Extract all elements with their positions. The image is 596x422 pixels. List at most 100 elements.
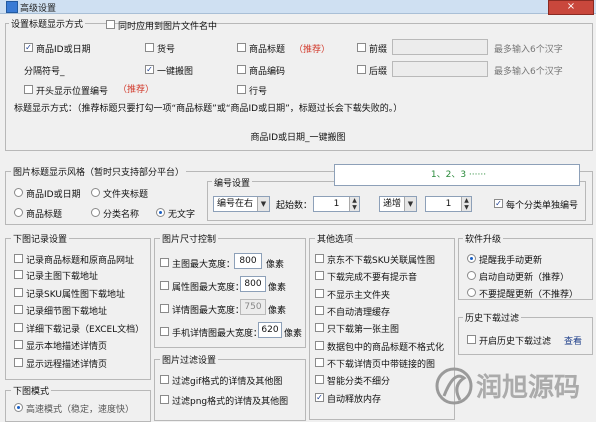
other-label-8: 智能分类不细分	[327, 377, 391, 387]
main-image-width-input[interactable]: 800	[234, 253, 262, 269]
history-filter-checkbox[interactable]	[467, 335, 476, 344]
step-value: 1	[445, 199, 452, 209]
attr-image-width-input[interactable]: 800	[240, 276, 266, 292]
numbering-position-select[interactable]: 编号在右 ▼	[213, 196, 270, 212]
other-checkbox-5[interactable]	[315, 323, 324, 332]
upgrade-label-auto: 启动自动更新（推荐）	[479, 273, 570, 283]
other-checkbox-6[interactable]	[315, 341, 324, 350]
product-code-label: 商品编码	[249, 67, 286, 77]
other-label-6: 数据包中的商品标题不格式化	[327, 343, 445, 353]
numbering-group-label: 编号设置	[212, 176, 253, 189]
history-view-link[interactable]: 查看	[564, 334, 582, 347]
record-checkbox-4[interactable]	[14, 305, 23, 314]
product-title-recommend-tag: （推荐）	[294, 45, 331, 55]
mobile-image-width-checkbox[interactable]	[160, 327, 169, 336]
record-label-5: 详细下载记录（EXCEL文档）	[26, 325, 145, 335]
style-label-no-text: 无文字	[168, 210, 196, 220]
image-filter-group	[154, 359, 306, 421]
filter-gif-checkbox[interactable]	[160, 375, 169, 384]
filter-png-checkbox[interactable]	[160, 395, 169, 404]
start-value: 1	[333, 199, 340, 209]
record-label-4: 记录细节图下载地址	[26, 307, 108, 317]
other-checkbox-7[interactable]	[315, 358, 324, 367]
suffix-label: 后缀	[369, 67, 388, 77]
filter-png-label: 过滤png格式的详情及其他图	[172, 397, 289, 407]
other-options-group-label: 其他选项	[315, 232, 356, 245]
main-image-width-checkbox[interactable]	[160, 258, 169, 267]
detail-image-width-input[interactable]: 750	[240, 299, 266, 315]
other-label-5: 只下载第一张主图	[327, 325, 400, 335]
download-mode-group-label: 下图模式	[11, 384, 52, 397]
record-label-7: 显示远程描述详情页	[26, 360, 108, 370]
watermark-text: 润旭源码	[476, 372, 580, 403]
prefix-checkbox[interactable]	[357, 43, 366, 52]
history-filter-label: 开启历史下载过滤	[479, 337, 552, 347]
product-code-checkbox[interactable]	[237, 65, 246, 74]
suffix-checkbox[interactable]	[357, 65, 366, 74]
filter-gif-label: 过滤gif格式的详情及其他图	[172, 377, 283, 387]
style-radio-no-text[interactable]	[156, 208, 165, 217]
product-id-date-checkbox[interactable]: ✓	[24, 43, 33, 52]
other-label-3: 不显示主文件夹	[327, 291, 391, 301]
suffix-input[interactable]	[392, 61, 488, 77]
main-image-width-label: 主图最大宽度：	[172, 260, 236, 270]
other-label-4: 不自动清理缓存	[327, 308, 391, 318]
other-checkbox-4[interactable]	[315, 306, 324, 315]
close-button[interactable]: ×	[548, 0, 594, 15]
style-radio-product-id[interactable]	[14, 188, 23, 197]
prefix-position-recommend-tag: （推荐）	[118, 85, 155, 95]
style-radio-folder-title[interactable]	[91, 188, 100, 197]
prefix-input[interactable]	[392, 39, 488, 55]
attr-image-width-label: 属性图最大宽度：	[172, 283, 245, 293]
record-label-3: 记录SKU属性图下载地址	[26, 290, 125, 300]
numbering-order-value: 递增	[383, 199, 402, 209]
separator-label: 分隔符号_	[24, 67, 65, 77]
other-checkbox-9[interactable]: ✓	[315, 393, 324, 402]
mobile-image-width-input[interactable]: 620	[258, 322, 282, 338]
record-checkbox-3[interactable]	[14, 288, 23, 297]
product-title-label: 商品标题	[249, 45, 286, 55]
upgrade-radio-auto[interactable]	[467, 271, 476, 280]
record-checkbox-5[interactable]	[14, 323, 23, 332]
watermark-logo: 润旭源码	[435, 367, 580, 405]
style-radio-product-title[interactable]	[14, 208, 23, 217]
one-click-image-checkbox[interactable]: ✓	[145, 65, 154, 74]
row-no-label: 行号	[249, 87, 268, 97]
image-filter-group-label: 图片过滤设置	[160, 353, 219, 366]
app-icon	[6, 1, 18, 13]
style-label-folder-title: 文件夹标题	[103, 190, 149, 200]
other-checkbox-8[interactable]	[315, 375, 324, 384]
record-checkbox-1[interactable]	[14, 254, 23, 263]
upgrade-radio-manual[interactable]	[467, 254, 476, 263]
per-category-checkbox[interactable]: ✓	[494, 199, 503, 208]
download-mode-label: 高速模式（稳定，速度快）	[26, 405, 135, 415]
item-no-checkbox[interactable]	[145, 43, 154, 52]
spinner-arrows-icon[interactable]: ▲ ▼	[349, 197, 359, 211]
numbering-order-select[interactable]: 递增 ▼	[379, 196, 417, 212]
record-checkbox-7[interactable]	[14, 358, 23, 367]
start-value-stepper[interactable]: 1 ▲ ▼	[313, 196, 360, 212]
detail-image-width-checkbox[interactable]	[160, 304, 169, 313]
record-label-6: 显示本地描述详情页	[26, 342, 108, 352]
other-checkbox-1[interactable]	[315, 254, 324, 263]
product-title-checkbox[interactable]	[237, 43, 246, 52]
record-checkbox-2[interactable]	[14, 270, 23, 279]
step-value-stepper[interactable]: 1 ▲ ▼	[425, 196, 472, 212]
style-radio-category-name[interactable]	[91, 208, 100, 217]
window-title: 高级设置	[20, 4, 57, 14]
other-checkbox-3[interactable]	[315, 289, 324, 298]
upgrade-label-never: 不要提醒更新（不推荐）	[479, 290, 579, 300]
upgrade-radio-never[interactable]	[467, 288, 476, 297]
prefix-position-no-checkbox[interactable]	[24, 85, 33, 94]
record-checkbox-6[interactable]	[14, 340, 23, 349]
other-checkbox-2[interactable]	[315, 271, 324, 280]
spinner-arrows-icon[interactable]: ▲ ▼	[461, 197, 471, 211]
suffix-hint: 最多输入6个汉字	[494, 67, 563, 77]
attr-image-width-checkbox[interactable]	[160, 281, 169, 290]
row-no-checkbox[interactable]	[237, 85, 246, 94]
record-label-1: 记录商品标题和原商品网址	[26, 256, 135, 266]
upgrade-label-manual: 提醒我手动更新	[479, 256, 543, 266]
history-group-label: 历史下载过滤	[463, 311, 522, 324]
prefix-hint: 最多输入6个汉字	[494, 45, 563, 55]
also-apply-checkbox[interactable]	[106, 20, 115, 29]
